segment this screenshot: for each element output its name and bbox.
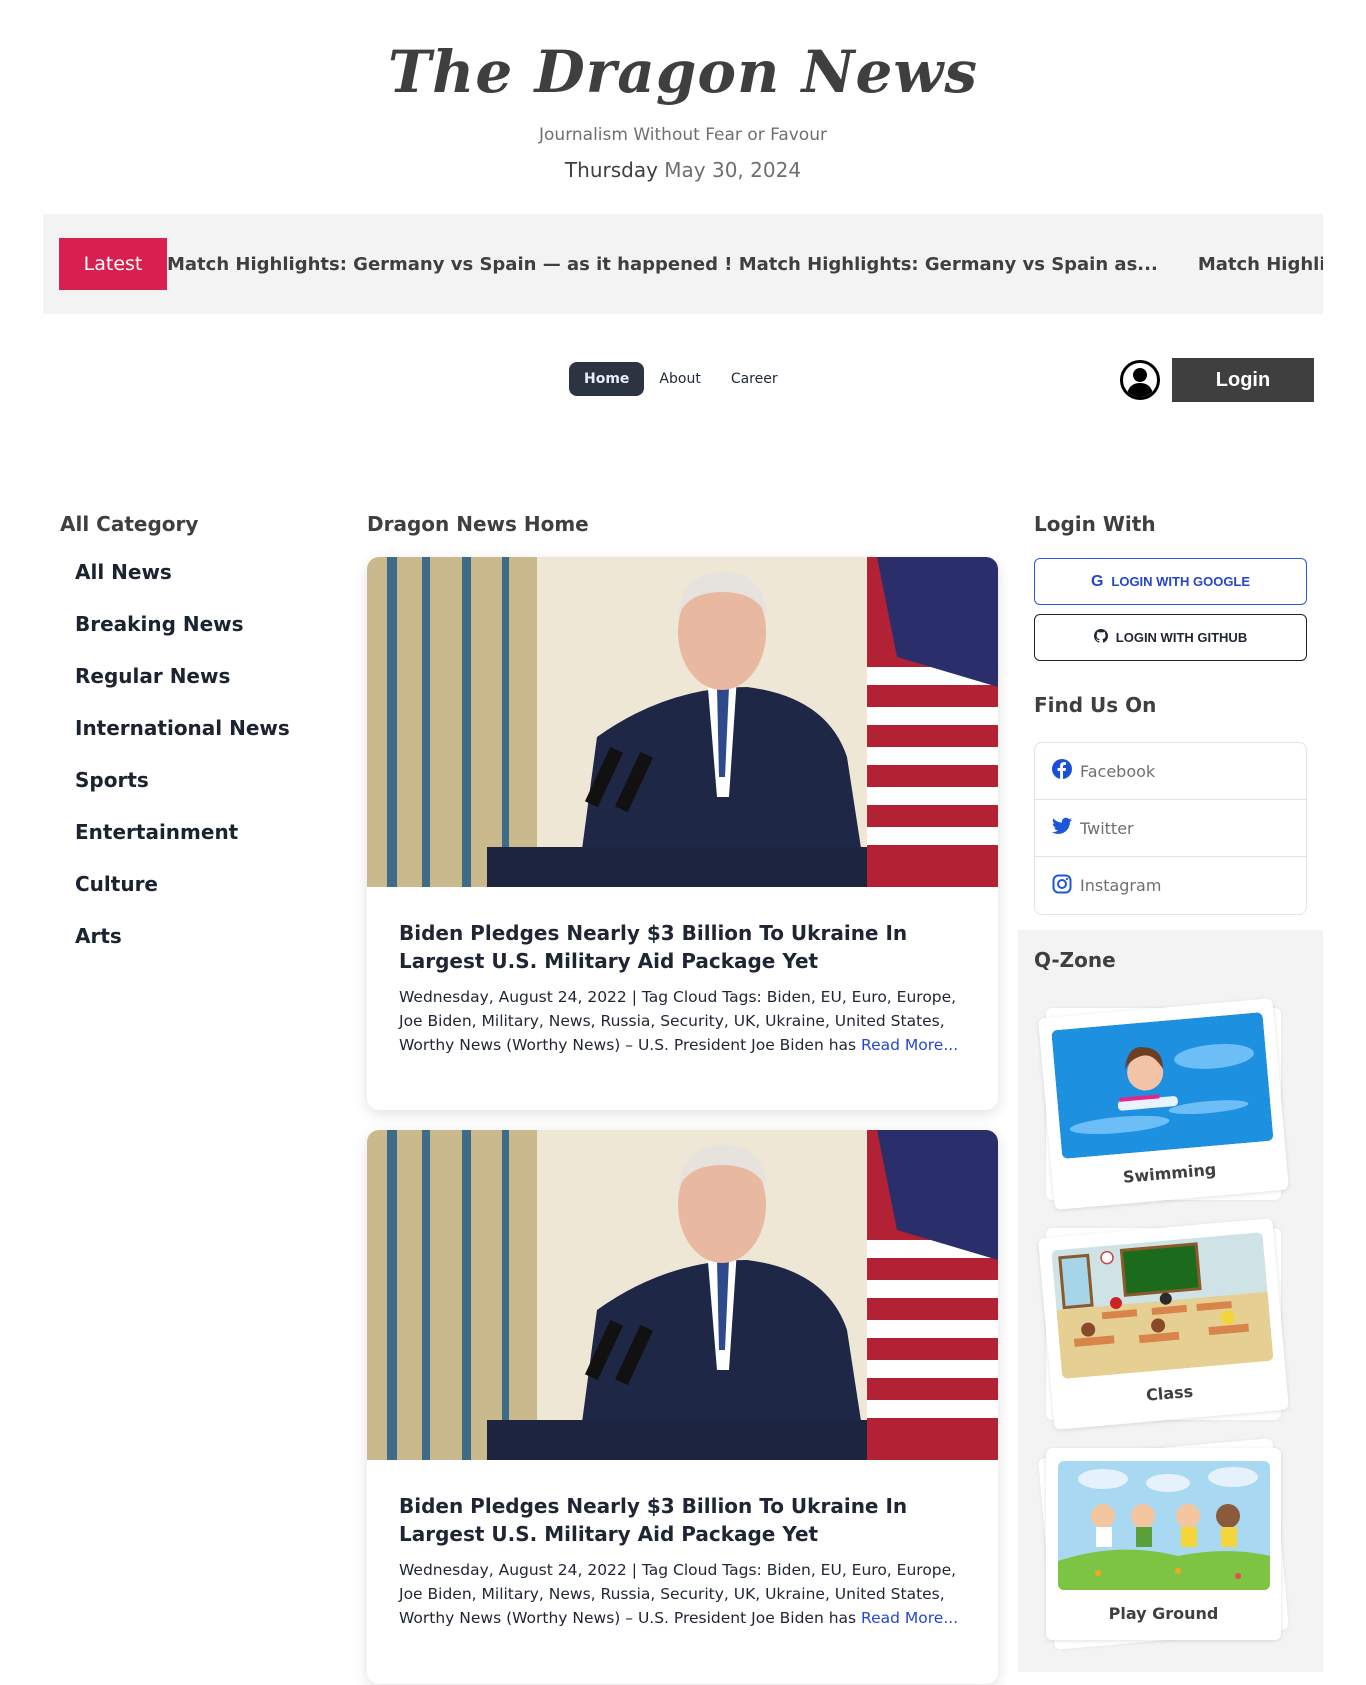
playground-image: [1058, 1461, 1270, 1590]
social-label: Instagram: [1080, 876, 1162, 895]
nav-home[interactable]: Home: [569, 362, 645, 396]
login-with-github-button[interactable]: LOGIN WITH GITHUB: [1034, 614, 1307, 661]
latest-badge[interactable]: Latest: [59, 238, 167, 290]
news-title[interactable]: Biden Pledges Nearly $3 Billion To Ukrai…: [399, 919, 966, 975]
ticker-item[interactable]: Match Highlights: Germany vs Spain — as …: [167, 254, 1158, 275]
category-arts[interactable]: Arts: [75, 924, 290, 976]
ticker-track: Match Highlights: Germany vs Spain — as …: [167, 238, 1323, 290]
qzone-panel: Q-Zone Swimming Class Play Ground: [1018, 930, 1323, 1672]
qzone-card-class[interactable]: Class: [1038, 1218, 1289, 1430]
news-photo-illustration: [367, 1130, 998, 1460]
google-button-label: LOGIN WITH GOOGLE: [1111, 574, 1251, 589]
news-photo-illustration: [367, 557, 998, 887]
social-links: Facebook Twitter Instagram: [1034, 742, 1307, 915]
github-icon: [1093, 629, 1108, 646]
category-international-news[interactable]: International News: [75, 716, 290, 768]
swimming-image: [1051, 1012, 1274, 1160]
latest-news-ticker: Latest Match Highlights: Germany vs Spai…: [43, 214, 1323, 314]
news-image[interactable]: [367, 1130, 998, 1460]
news-card: Biden Pledges Nearly $3 Billion To Ukrai…: [367, 557, 998, 1110]
news-card: Biden Pledges Nearly $3 Billion To Ukrai…: [367, 1130, 998, 1684]
qzone-label: Swimming: [1122, 1159, 1217, 1187]
category-sports[interactable]: Sports: [75, 768, 290, 820]
current-date: Thursday May 30, 2024: [0, 158, 1366, 182]
category-all-news[interactable]: All News: [75, 560, 290, 612]
category-entertainment[interactable]: Entertainment: [75, 820, 290, 872]
qzone-card-swimming[interactable]: Swimming: [1038, 998, 1289, 1210]
google-icon: G: [1090, 572, 1104, 590]
category-list: All News Breaking News Regular News Inte…: [75, 560, 290, 976]
social-facebook[interactable]: Facebook: [1035, 743, 1306, 800]
qzone-label: Class: [1145, 1381, 1194, 1405]
read-more-link[interactable]: Read More...: [861, 1036, 958, 1054]
qzone-card-face: Class: [1038, 1218, 1289, 1430]
social-twitter[interactable]: Twitter: [1035, 800, 1306, 857]
qzone-card-face: Play Ground: [1046, 1448, 1281, 1640]
site-title: The Dragon News: [388, 38, 978, 106]
qzone-card-playground[interactable]: Play Ground: [1038, 1438, 1289, 1650]
login-with-google-button[interactable]: G LOGIN WITH GOOGLE: [1034, 558, 1307, 605]
main-nav: Home About Career: [569, 362, 793, 396]
read-more-link[interactable]: Read More...: [861, 1609, 958, 1627]
social-label: Twitter: [1080, 818, 1134, 838]
qzone-heading: Q-Zone: [1034, 948, 1116, 972]
class-image: [1051, 1232, 1274, 1380]
site-tagline: Journalism Without Fear or Favour: [539, 125, 827, 145]
login-button[interactable]: Login: [1172, 358, 1314, 402]
nav-about[interactable]: About: [644, 362, 715, 396]
social-label: Facebook: [1080, 761, 1156, 781]
category-culture[interactable]: Culture: [75, 872, 290, 924]
facebook-icon: [1052, 759, 1072, 783]
instagram-icon: [1052, 874, 1072, 898]
news-excerpt: Wednesday, August 24, 2022 | Tag Cloud T…: [399, 1558, 966, 1630]
github-button-label: LOGIN WITH GITHUB: [1115, 630, 1248, 645]
ticker-item[interactable]: Match Highlights: Germany vs Spain — as …: [1198, 254, 1323, 275]
twitter-icon: [1052, 817, 1072, 839]
find-us-heading: Find Us On: [1034, 693, 1157, 717]
qzone-label: Play Ground: [1108, 1604, 1219, 1623]
social-instagram[interactable]: Instagram: [1035, 857, 1306, 914]
main-heading: Dragon News Home: [367, 512, 589, 536]
category-heading: All Category: [60, 512, 199, 536]
qzone-card-face: Swimming: [1038, 998, 1289, 1210]
news-image[interactable]: [367, 557, 998, 887]
category-breaking-news[interactable]: Breaking News: [75, 612, 290, 664]
news-excerpt: Wednesday, August 24, 2022 | Tag Cloud T…: [399, 985, 966, 1057]
nav-career[interactable]: Career: [716, 362, 793, 396]
category-regular-news[interactable]: Regular News: [75, 664, 290, 716]
current-day: Thursday: [564, 158, 658, 182]
user-avatar-icon[interactable]: [1120, 360, 1160, 400]
login-with-heading: Login With: [1034, 512, 1156, 536]
news-title[interactable]: Biden Pledges Nearly $3 Billion To Ukrai…: [399, 1492, 966, 1548]
current-date-value: May 30, 2024: [664, 158, 802, 182]
